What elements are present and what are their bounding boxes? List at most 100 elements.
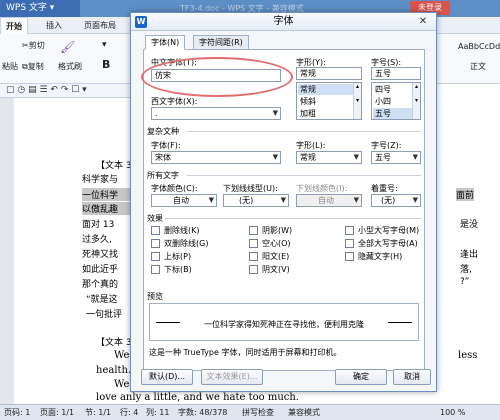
western-font-select[interactable]: . ▼ — [151, 107, 281, 120]
status-word-count[interactable]: 字数: 48/378 — [178, 405, 227, 420]
emboss-checkbox[interactable] — [249, 252, 258, 261]
underline-color-label: 下划线颜色(I): — [296, 184, 348, 193]
font-color-label: 字体颜色(C): — [151, 184, 198, 193]
hidden-checkbox[interactable] — [345, 252, 354, 261]
spell-check-button[interactable]: 拼写检查 — [242, 405, 274, 420]
divider — [187, 131, 421, 132]
font-name-dropdown[interactable]: ▾ — [102, 40, 107, 50]
cancel-button[interactable]: 取消 — [393, 369, 431, 385]
doc-line: 如此近乎 — [82, 265, 119, 275]
copy-button[interactable]: ⧉复制 — [22, 61, 44, 72]
doc-line: 逢出 — [460, 250, 479, 260]
size-input[interactable]: 五号 — [371, 67, 421, 80]
list-item[interactable]: 五号 — [373, 108, 413, 119]
cut-button[interactable]: ✂剪切 — [22, 40, 45, 51]
all-caps-checkbox[interactable] — [345, 239, 354, 248]
complex-font-select[interactable]: 宋体 ▼ — [151, 151, 281, 164]
underline-select[interactable]: (无) ▼ — [223, 194, 289, 207]
superscript-checkbox[interactable] — [151, 252, 160, 261]
chevron-down-icon: ▼ — [353, 153, 359, 161]
preview-section-title: 预览 — [147, 292, 163, 301]
list-item[interactable]: 小四 — [373, 96, 413, 107]
strikethrough-label: 删除线(K) — [164, 226, 200, 235]
doc-line: 科学家与 — [82, 175, 119, 185]
double-strike-checkbox[interactable] — [151, 239, 160, 248]
text-effects-button[interactable]: 文本效果(E)... — [201, 369, 263, 385]
outline-checkbox[interactable] — [249, 239, 258, 248]
tab-page-layout[interactable]: 页面布局 — [84, 17, 116, 34]
small-caps-checkbox[interactable] — [345, 226, 354, 235]
ok-button[interactable]: 确定 — [335, 369, 387, 385]
complex-size-select[interactable]: 五号 ▼ — [371, 151, 421, 164]
chevron-down-icon: ▼ — [412, 196, 418, 204]
tab-font[interactable]: 字体(N) — [145, 35, 186, 50]
quick-tools-icons[interactable]: ▢ ◷ ▤ ☰ ↶ ↷ ☐ ▾ — [6, 85, 87, 95]
preview-text: 一位科学家得知死神正在寻找他，便利用克隆 — [204, 320, 364, 329]
strikethrough-checkbox[interactable] — [151, 226, 160, 235]
doc-line: 【文本 3 — [96, 161, 132, 171]
status-bar: 页码: 1 页面: 1/1 节: 1/1 行: 4 列: 11 字数: 48/3… — [0, 404, 500, 420]
paste-button[interactable]: 粘贴 — [2, 61, 18, 72]
size-list[interactable]: 四号 小四 五号 ▴ ▾ — [371, 82, 421, 120]
format-painter-button[interactable]: 格式刷 — [58, 61, 82, 72]
quick-access-bar: ▢ ◷ ▤ ☰ ↶ ↷ ☐ ▾ — [0, 84, 140, 98]
style-list[interactable]: 常规 倾斜 加粗 ▴ ▾ — [296, 82, 362, 120]
default-button[interactable]: 默认(D)... — [141, 369, 193, 385]
bold-button[interactable]: B — [102, 58, 110, 71]
status-col: 列: 11 — [146, 408, 170, 417]
emphasis-select[interactable]: (无) ▼ — [371, 194, 421, 207]
list-item[interactable]: 倾斜 — [298, 96, 354, 107]
style-name[interactable]: 正文 — [470, 61, 486, 72]
doc-line: ?” — [460, 277, 470, 287]
chevron-down-icon: ▼ — [272, 109, 278, 117]
chevron-down-icon: ▼ — [353, 196, 359, 204]
scrollbar[interactable]: ▴ ▾ — [353, 83, 361, 119]
list-item[interactable]: 加粗 — [298, 108, 354, 119]
subscript-checkbox[interactable] — [151, 265, 160, 274]
engrave-checkbox[interactable] — [249, 265, 258, 274]
doc-line-selected: 以傲乱趣 — [82, 202, 130, 215]
double-strike-label: 双删除线(G) — [164, 239, 209, 248]
doc-line: 过多久, — [82, 235, 112, 245]
close-icon[interactable]: ✕ — [416, 16, 430, 28]
chevron-down-icon: ▼ — [208, 196, 214, 204]
complex-style-select[interactable]: 常规 ▼ — [296, 151, 362, 164]
status-row: 行: 4 — [120, 408, 139, 417]
engrave-label: 阴文(V) — [262, 265, 290, 274]
font-color-select[interactable]: 自动 ▼ — [151, 194, 217, 207]
shadow-checkbox[interactable] — [249, 226, 258, 235]
subscript-label: 下标(B) — [164, 265, 192, 274]
chevron-down-icon: ▼ — [272, 153, 278, 161]
status-section: 节: 1/1 — [85, 408, 112, 417]
tab-start[interactable]: 开始 — [0, 17, 28, 34]
doc-line: 落, — [460, 265, 472, 275]
small-caps-label: 小型大写字母(M) — [358, 226, 420, 235]
wps-menu-button[interactable]: WPS 文字 ▾ — [0, 0, 80, 17]
status-page: 页面: 1/1 — [40, 408, 75, 417]
doc-line: love anly a little, and we hate too much… — [96, 392, 299, 403]
dialog-title-bar: 字体 W ✕ — [131, 13, 436, 31]
underline-label: 下划线线型(U): — [223, 184, 278, 193]
complex-section-title: 复杂文种 — [147, 127, 179, 136]
doc-line: 面对 13 — [82, 220, 115, 230]
doc-line: 一句批评 — [86, 310, 123, 320]
zoom-level[interactable]: 100 % — [440, 405, 465, 420]
shadow-label: 阴影(W) — [262, 226, 293, 235]
format-painter-icon[interactable]: 🖌 — [60, 40, 75, 54]
left-gutter — [0, 98, 14, 404]
tab-insert[interactable]: 插入 — [46, 17, 62, 34]
superscript-label: 上标(P) — [164, 252, 192, 261]
emphasis-label: 着重号: — [371, 184, 398, 193]
font-dialog: 字体 W ✕ 字体(N) 字符间距(R) 中文字体(T): 仿宋 字形(Y): … — [130, 12, 437, 392]
list-item[interactable]: 常规 — [298, 84, 354, 95]
hidden-label: 隐藏文字(H) — [358, 252, 403, 261]
list-item[interactable]: 四号 — [373, 84, 413, 95]
style-input[interactable]: 常规 — [296, 67, 362, 80]
scrollbar[interactable]: ▴ ▾ — [412, 83, 420, 119]
tab-character-spacing[interactable]: 字符间距(R) — [193, 35, 249, 50]
style-sample[interactable]: AaBbCcDd — [458, 42, 500, 51]
doc-line: 【文本 3 — [96, 338, 132, 348]
doc-line-selected: 面前 — [456, 188, 475, 201]
scissors-icon: ✂ — [22, 41, 29, 50]
complex-style-label: 字形(L): — [296, 141, 326, 150]
